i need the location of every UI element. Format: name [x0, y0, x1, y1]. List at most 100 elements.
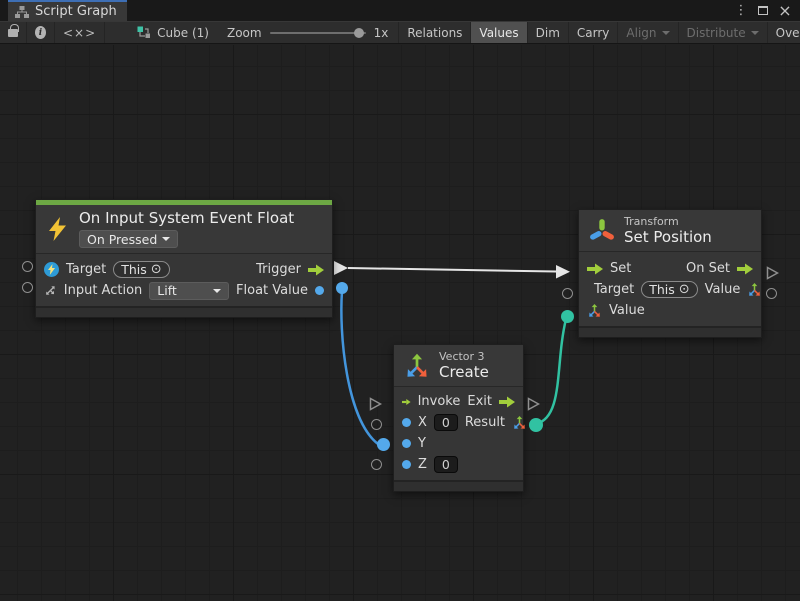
- event-node-body: Target This ⊙ Trigger: [36, 253, 332, 306]
- target-value: This: [121, 262, 147, 277]
- set-target-value: This: [649, 282, 675, 297]
- align-label: Align: [626, 26, 656, 40]
- relations-button[interactable]: Relations: [399, 22, 471, 43]
- vector3-title: Create: [439, 363, 489, 381]
- port-z-input[interactable]: [371, 459, 382, 470]
- vector3-category: Vector 3: [439, 350, 485, 363]
- event-target-row: Target This ⊙ Trigger: [36, 259, 332, 280]
- graph-hierarchy-icon: [15, 6, 29, 18]
- port-y-input[interactable]: [377, 438, 390, 451]
- event-node-header: On Input System Event Float On Pressed: [36, 205, 332, 253]
- port-setposition-value-output[interactable]: [766, 288, 777, 299]
- vector3-mini-icon[interactable]: [512, 415, 527, 430]
- zoom-control: Zoom 1x: [217, 22, 399, 43]
- zoom-label: Zoom: [227, 26, 262, 40]
- vector3-mini-icon[interactable]: [587, 303, 602, 318]
- object-picker-icon: ⊙: [679, 282, 690, 297]
- set-position-category: Transform: [624, 215, 679, 228]
- set-target-row: Target This ⊙ Value: [579, 279, 761, 300]
- z-row: Z 0: [394, 454, 523, 475]
- lock-icon: [8, 29, 18, 37]
- flow-arrow-icon[interactable]: [308, 264, 324, 276]
- vector3-mini-icon[interactable]: [747, 282, 762, 297]
- object-picker-icon: ⊙: [151, 262, 162, 277]
- transform-icon: [589, 218, 615, 244]
- values-button[interactable]: Values: [471, 22, 527, 43]
- overview-button[interactable]: Overview: [768, 22, 800, 43]
- x-value-input[interactable]: 0: [434, 414, 458, 431]
- vector3-body: Invoke Exit X 0 Result: [394, 386, 523, 480]
- float-port-icon[interactable]: [402, 418, 411, 427]
- set-value-row: Value: [579, 300, 761, 321]
- event-target-icon: [44, 262, 59, 277]
- float-port-icon[interactable]: [402, 439, 411, 448]
- graph-owner-icon: [137, 26, 151, 39]
- x-port-label: X: [418, 415, 427, 430]
- lock-button[interactable]: [0, 22, 27, 43]
- event-mode-dropdown[interactable]: On Pressed: [79, 230, 178, 248]
- port-x-input[interactable]: [371, 419, 382, 430]
- vector3-footer[interactable]: [394, 480, 523, 491]
- port-setposition-value-input[interactable]: [561, 310, 574, 323]
- port-event-target-input[interactable]: [22, 261, 33, 272]
- node-vector3-create[interactable]: Vector 3 Create Invoke Exit X 0 Result: [393, 344, 524, 492]
- y-row: Y: [394, 433, 523, 454]
- distribute-label: Distribute: [687, 26, 746, 40]
- set-position-header: Transform Set Position: [579, 210, 761, 251]
- flow-arrow-icon[interactable]: [587, 263, 603, 275]
- graph-owner-label: Cube (1): [157, 26, 209, 40]
- invoke-row: Invoke Exit: [394, 391, 523, 412]
- invoke-port-label: Invoke: [418, 394, 461, 409]
- flow-arrow-icon[interactable]: [499, 396, 515, 408]
- port-exit-output[interactable]: [527, 397, 540, 411]
- port-float-value-output[interactable]: [336, 282, 348, 294]
- zoom-slider-handle[interactable]: [354, 28, 364, 38]
- chevron-down-icon: [662, 31, 670, 35]
- chevron-down-icon: [751, 31, 759, 35]
- z-value-input[interactable]: 0: [434, 456, 458, 473]
- float-port-icon[interactable]: [315, 286, 324, 295]
- set-position-title: Set Position: [624, 228, 712, 246]
- input-action-dropdown[interactable]: Lift: [149, 282, 229, 300]
- window-close-icon[interactable]: ×: [776, 2, 794, 20]
- flow-arrow-icon[interactable]: [402, 396, 411, 408]
- on-set-port-label: On Set: [686, 261, 730, 276]
- event-input-action-row: Input Action Lift Float Value: [36, 280, 332, 301]
- carry-button[interactable]: Carry: [569, 22, 619, 43]
- float-port-icon[interactable]: [402, 460, 411, 469]
- zoom-slider[interactable]: [270, 32, 366, 34]
- info-button[interactable]: i: [27, 22, 55, 43]
- align-button[interactable]: Align: [618, 22, 678, 43]
- flow-arrow-icon[interactable]: [737, 263, 753, 275]
- set-port-label: Set: [610, 261, 631, 276]
- port-result-output[interactable]: [529, 418, 543, 432]
- exit-port-label: Exit: [467, 394, 492, 409]
- event-node-footer[interactable]: [36, 306, 332, 317]
- target-port-label: Target: [66, 262, 106, 277]
- port-event-inputaction-input[interactable]: [22, 282, 33, 293]
- code-view-button[interactable]: <×>: [55, 22, 105, 43]
- window-controls: ⋮ ×: [732, 0, 800, 21]
- dim-button[interactable]: Dim: [528, 22, 569, 43]
- script-graph-window: Script Graph ⋮ × i <×> Cube (1) Zoom 1x …: [0, 0, 800, 601]
- target-this-picker[interactable]: This ⊙: [113, 261, 169, 278]
- distribute-button[interactable]: Distribute: [679, 22, 768, 43]
- port-invoke-input[interactable]: [369, 397, 382, 411]
- input-action-icon: [44, 283, 57, 298]
- info-icon: i: [35, 26, 46, 39]
- port-setposition-target-input[interactable]: [562, 288, 573, 299]
- window-menu-icon[interactable]: ⋮: [732, 2, 750, 20]
- node-on-input-system-event-float[interactable]: On Input System Event Float On Pressed T…: [35, 199, 333, 318]
- maximize-glyph: [758, 6, 768, 15]
- value-out-port-label: Value: [705, 282, 741, 297]
- set-position-body: Set On Set Target This ⊙ Value: [579, 251, 761, 326]
- graph-owner[interactable]: Cube (1): [129, 22, 217, 43]
- window-maximize-icon[interactable]: [754, 2, 772, 20]
- z-port-label: Z: [418, 457, 427, 472]
- set-position-footer[interactable]: [579, 326, 761, 337]
- port-onset-output[interactable]: [766, 266, 779, 280]
- tab-bar: Script Graph ⋮ ×: [0, 0, 800, 21]
- set-target-this-picker[interactable]: This ⊙: [641, 281, 697, 298]
- node-transform-set-position[interactable]: Transform Set Position Set On Set Targe: [578, 209, 762, 338]
- tab-script-graph[interactable]: Script Graph: [8, 0, 127, 21]
